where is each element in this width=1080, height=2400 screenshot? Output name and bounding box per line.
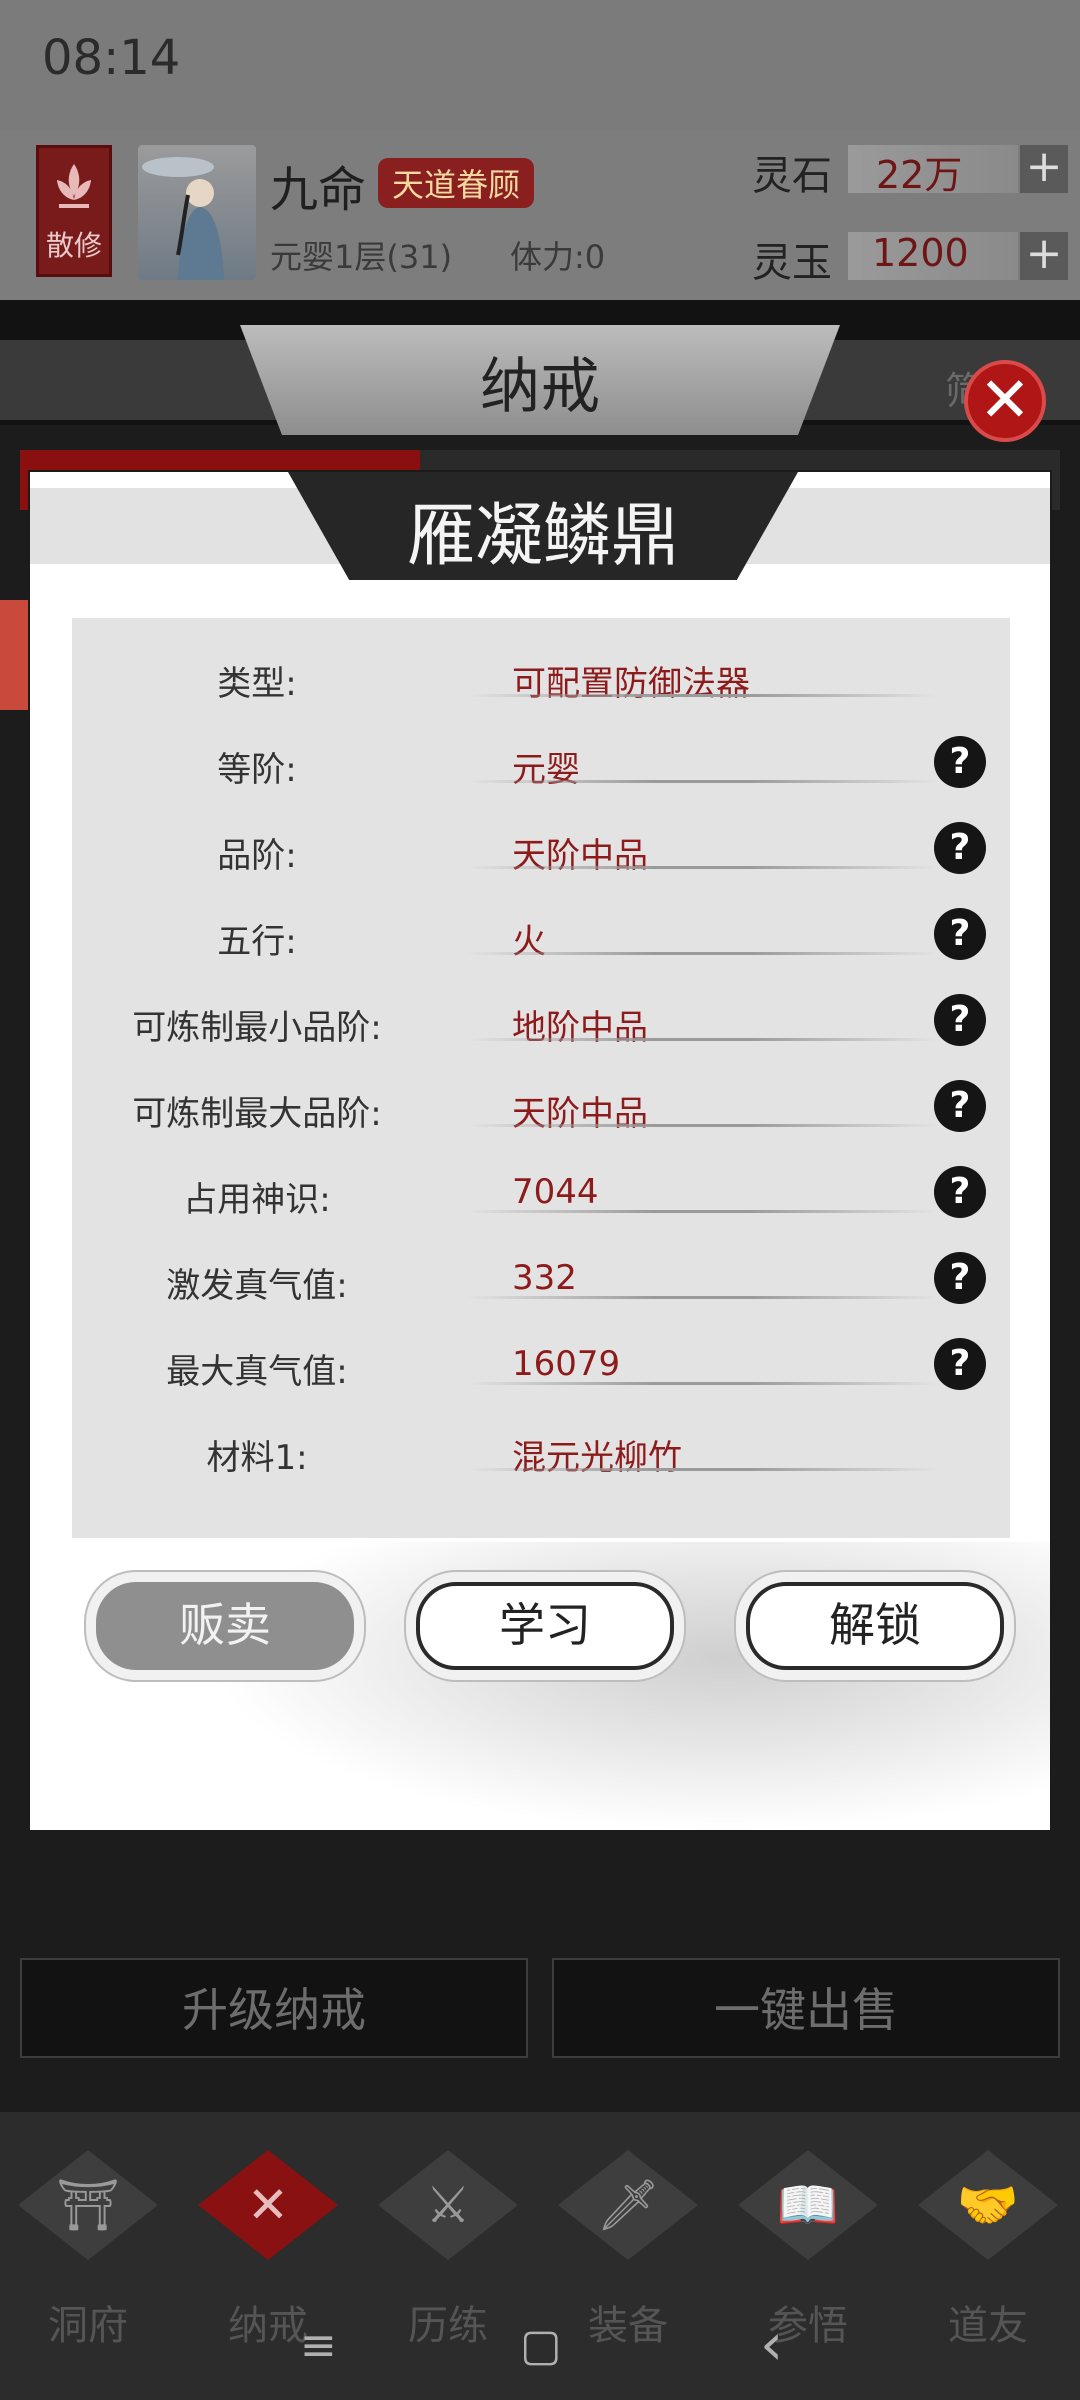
attr-row-level: 等阶: 元婴 ? (72, 718, 1010, 804)
row-divider (467, 1382, 937, 1385)
attr-key: 可炼制最大品阶: (132, 1094, 382, 1134)
attr-key: 可炼制最小品阶: (132, 1008, 382, 1048)
player-stamina: 体力:0 (510, 238, 606, 276)
help-icon[interactable]: ? (934, 1080, 986, 1132)
row-divider (467, 1296, 937, 1299)
row-divider (467, 694, 937, 697)
attr-value: 天阶中品 (512, 1094, 648, 1134)
cultivator-portrait (142, 157, 224, 280)
lotus-icon (57, 164, 91, 208)
clock: 08:14 (42, 30, 181, 86)
help-icon[interactable]: ? (934, 822, 986, 874)
attr-key: 品阶: (217, 836, 297, 876)
system-back-button[interactable]: ‹ (760, 2310, 783, 2378)
sect-label: 散修 (45, 229, 102, 262)
row-divider (467, 1468, 937, 1471)
attr-key: 等阶: (217, 750, 297, 790)
row-divider (467, 952, 937, 955)
nav-label-equipment: 装备 (588, 2303, 668, 2349)
close-icon: ✕ (979, 363, 1031, 436)
attr-key: 材料1: (206, 1438, 308, 1478)
attr-value: 混元光柳竹 (512, 1438, 682, 1478)
attr-key: 最大真气值: (166, 1352, 348, 1392)
attr-value: 元婴 (512, 750, 580, 790)
player-realm: 元婴1层(31) (270, 238, 453, 276)
attr-key: 占用神识: (183, 1180, 331, 1220)
item-name-title: 雁凝鳞鼎 (406, 497, 679, 576)
attr-row-grade: 品阶: 天阶中品 ? (72, 804, 1010, 890)
player-name: 九命 (270, 162, 367, 218)
row-divider (467, 866, 937, 869)
nav-label-dongfu: 洞府 (48, 2303, 128, 2349)
spirit-stone-value: 22万 (876, 153, 963, 197)
help-icon[interactable]: ? (934, 1166, 986, 1218)
spirit-jade-label: 灵玉 (752, 240, 832, 286)
help-icon[interactable]: ? (934, 736, 986, 788)
close-dialog-button[interactable]: ✕ (964, 360, 1046, 442)
attr-value: 火 (512, 922, 546, 962)
attr-value: 16079 (512, 1344, 621, 1384)
attr-row-max-craft-grade: 可炼制最大品阶: 天阶中品 ? (72, 1062, 1010, 1148)
learn-button[interactable]: 学习 (416, 1582, 674, 1670)
help-icon[interactable]: ? (934, 1252, 986, 1304)
attr-row-activation-qi: 激发真气值: 332 ? (72, 1234, 1010, 1320)
help-icon[interactable]: ? (934, 908, 986, 960)
system-home-button[interactable]: ▢ (520, 2320, 562, 2371)
attr-key: 五行: (217, 922, 297, 962)
attr-row-element: 五行: 火 ? (72, 890, 1010, 976)
quick-sell-button[interactable]: 一键出售 (552, 1958, 1060, 2058)
row-divider (467, 1038, 937, 1041)
row-divider (467, 780, 937, 783)
attr-row-min-craft-grade: 可炼制最小品阶: 地阶中品 ? (72, 976, 1010, 1062)
help-icon[interactable]: ? (934, 1338, 986, 1390)
status-bar: 08:14 (0, 0, 1080, 130)
player-title-badge: 天道眷顾 (378, 158, 535, 208)
add-spirit-stone-button[interactable]: + (1020, 145, 1068, 193)
attr-key: 激发真气值: (166, 1266, 348, 1306)
attr-row-type: 类型: 可配置防御法器 (72, 632, 1010, 718)
avatar[interactable] (138, 145, 256, 280)
spirit-stone-label: 灵石 (752, 153, 832, 199)
nav-label-friends: 道友 (948, 2303, 1028, 2349)
spirit-jade-value: 1200 (872, 231, 969, 275)
attr-row-max-qi: 最大真气值: 16079 ? (72, 1320, 1010, 1406)
sect-badge[interactable]: 散修 (36, 145, 112, 277)
attr-value: 地阶中品 (512, 1008, 648, 1048)
row-divider (467, 1124, 937, 1127)
system-menu-button[interactable]: ≡ (300, 2320, 337, 2371)
tab-ring[interactable]: 纳戒 (0, 338, 1080, 425)
nav-label-insight: 参悟 (768, 2303, 848, 2349)
attr-row-divine-sense: 占用神识: 7044 ? (72, 1148, 1010, 1234)
attr-row-material-1: 材料1: 混元光柳竹 (72, 1406, 1010, 1492)
upgrade-ring-button[interactable]: 升级纳戒 (20, 1958, 528, 2058)
attr-key: 类型: (217, 664, 297, 704)
item-detail-dialog: 雁凝鳞鼎 类型: 可配置防御法器 等阶: 元婴 ? 品阶: 天阶中品 ? 五行:… (28, 470, 1052, 1832)
unlock-button[interactable]: 解锁 (746, 1582, 1004, 1670)
attr-value: 7044 (512, 1172, 599, 1212)
add-spirit-jade-button[interactable]: + (1020, 232, 1068, 280)
row-divider (467, 1210, 937, 1213)
sell-button[interactable]: 贩卖 (96, 1582, 354, 1670)
attr-value: 天阶中品 (512, 836, 648, 876)
help-icon[interactable]: ? (934, 994, 986, 1046)
attr-value: 332 (512, 1258, 577, 1298)
attr-value: 可配置防御法器 (512, 664, 750, 704)
nav-label-training: 历练 (408, 2303, 488, 2349)
